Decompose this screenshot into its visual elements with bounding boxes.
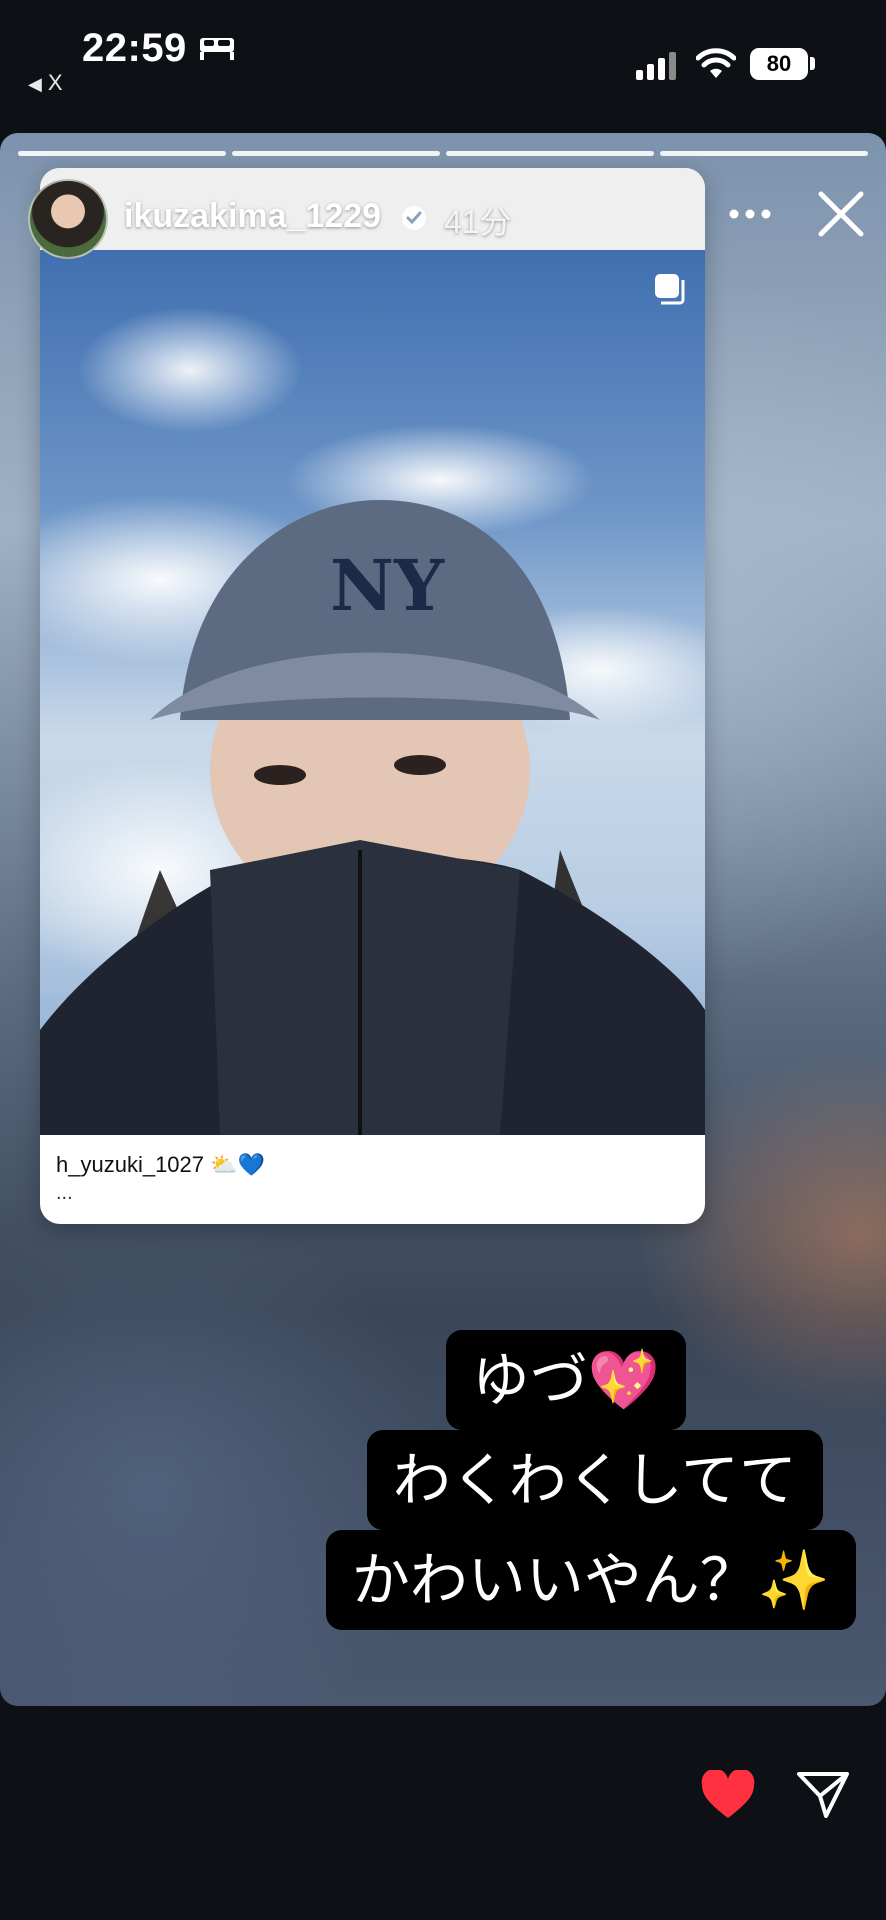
sticker-row: わくわくしてて <box>326 1430 856 1530</box>
send-icon[interactable] <box>796 1770 850 1820</box>
status-time: 22:59 <box>82 26 187 70</box>
sticker-row: かわいいやん？✨ <box>325 1530 856 1630</box>
shared-post-caption[interactable]: h_yuzuki_1027 ⛅💙 <box>56 1152 265 1178</box>
selfie-illustration: NY <box>40 500 705 1135</box>
sticker-line-2: わくわくしてて <box>366 1430 823 1530</box>
svg-text:NY: NY <box>330 544 445 627</box>
sticker-line-3: かわいいやん？✨ <box>325 1530 856 1630</box>
progress-segment <box>232 151 440 156</box>
story-viewer[interactable]: NY h_yuzuki_1027 ⛅💙 ... ikuzakima_1229 4 <box>0 133 886 1706</box>
shared-post-more[interactable]: ... <box>56 1182 73 1205</box>
shared-post-photo[interactable]: NY <box>40 250 705 1135</box>
sticker-line-1: ゆづ💖 <box>445 1330 686 1430</box>
bed-icon <box>200 38 234 60</box>
battery-tip <box>810 57 815 70</box>
signal-icon <box>636 52 676 80</box>
battery-indicator: 80 <box>750 48 808 80</box>
story-timestamp: 41分 <box>444 204 512 240</box>
back-to-app-link[interactable]: ◀ X <box>28 70 63 96</box>
status-bar: 22:59 ◀ X 80 <box>0 0 886 130</box>
progress-segment <box>446 151 654 156</box>
progress-segment <box>660 151 868 156</box>
multi-photo-icon <box>655 274 685 305</box>
story-progress-bar <box>18 151 868 156</box>
close-icon[interactable] <box>816 189 866 239</box>
more-icon[interactable] <box>728 207 772 221</box>
story-header: ikuzakima_1229 41分 <box>0 171 886 267</box>
shared-post-card[interactable]: NY h_yuzuki_1027 ⛅💙 ... <box>40 168 705 1224</box>
heart-icon[interactable] <box>700 1770 756 1820</box>
story-username[interactable]: ikuzakima_1229 <box>124 197 381 236</box>
back-app-label: X <box>47 70 63 95</box>
verified-icon <box>402 206 426 230</box>
wifi-icon <box>696 48 736 78</box>
text-sticker: ゆづ💖 わくわくしてて かわいいやん？✨ <box>325 1330 856 1630</box>
back-arrow-icon: ◀ <box>28 74 42 94</box>
story-action-bar <box>0 1710 886 1920</box>
progress-segment <box>18 151 226 156</box>
sticker-row: ゆづ💖 <box>326 1330 856 1430</box>
avatar[interactable] <box>28 179 108 259</box>
